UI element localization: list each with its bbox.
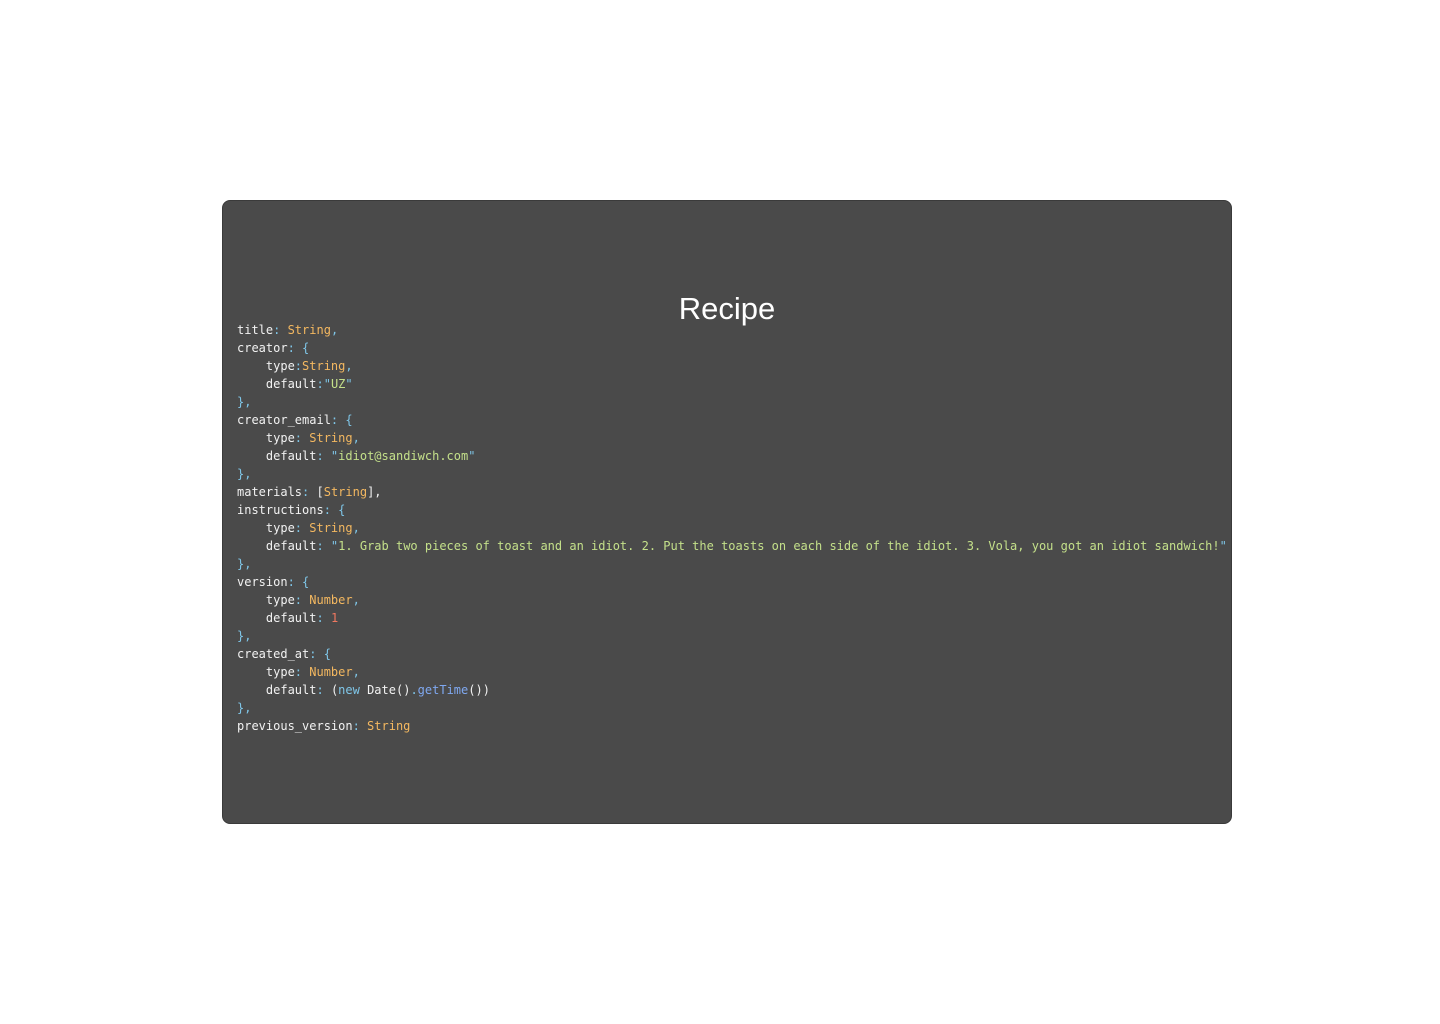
code-token-key: type xyxy=(237,665,295,679)
code-token-punc: :" xyxy=(316,377,331,391)
code-line: default:"UZ" xyxy=(237,375,1227,393)
code-token-str: idiot@sandiwch.com xyxy=(338,449,469,463)
code-token-punc: : { xyxy=(309,647,331,661)
code-token-punc: . xyxy=(410,683,418,697)
code-line: type: Number, xyxy=(237,591,1227,609)
code-line: creator: { xyxy=(237,339,1227,357)
code-token-key: created_at xyxy=(237,647,310,661)
code-token-plain: [ xyxy=(316,485,324,499)
code-token-quote: " xyxy=(1219,539,1227,553)
code-token-key: materials xyxy=(237,485,303,499)
code-token-type: String xyxy=(309,431,353,445)
code-line: created_at: { xyxy=(237,645,1227,663)
code-token-type: String xyxy=(367,719,411,733)
code-token-key: creator_email xyxy=(237,413,331,427)
code-token-fn: getTime xyxy=(417,683,469,697)
code-line: }, xyxy=(237,555,1227,573)
code-token-punc: : { xyxy=(287,341,310,355)
code-token-key: creator xyxy=(237,341,288,355)
code-line: previous_version: String xyxy=(237,717,1227,735)
code-token-punc: , xyxy=(330,323,339,337)
code-line: type: Number, xyxy=(237,663,1227,681)
code-line: }, xyxy=(237,699,1227,717)
code-token-key: type xyxy=(237,521,295,535)
code-line: type:String, xyxy=(237,357,1227,375)
code-token-type: Number xyxy=(309,665,353,679)
code-token-punc: , xyxy=(352,593,360,607)
code-token-punc: : xyxy=(352,719,368,733)
code-token-num: 1 xyxy=(330,611,339,625)
code-token-key: default xyxy=(237,377,317,391)
code-token-key: type xyxy=(237,359,295,373)
code-line: type: String, xyxy=(237,519,1227,537)
code-line: }, xyxy=(237,465,1227,483)
code-token-plain: ], xyxy=(367,485,382,499)
code-token-punc: : xyxy=(316,683,331,697)
code-token-str: UZ xyxy=(330,377,346,391)
code-token-punc: }, xyxy=(237,395,252,409)
code-token-punc: , xyxy=(345,359,353,373)
code-token-kw: new xyxy=(338,683,360,697)
code-line: }, xyxy=(237,393,1227,411)
code-token-punc: }, xyxy=(237,557,252,571)
code-line: materials: [String], xyxy=(237,483,1227,501)
code-token-key: type xyxy=(237,431,295,445)
code-token-punc: : { xyxy=(323,503,346,517)
code-line: creator_email: { xyxy=(237,411,1227,429)
code-token-punc: , xyxy=(352,521,360,535)
code-token-type: String xyxy=(287,323,331,337)
code-line: type: String, xyxy=(237,429,1227,447)
code-token-punc: }, xyxy=(237,467,252,481)
code-token-key: default xyxy=(237,449,317,463)
code-token-punc: : xyxy=(302,485,317,499)
code-token-punc: : xyxy=(294,593,310,607)
code-line: title: String, xyxy=(237,321,1227,339)
code-token-key: type xyxy=(237,593,295,607)
code-token-type: String xyxy=(302,359,346,373)
code-line: instructions: { xyxy=(237,501,1227,519)
schema-panel: Recipe title: String, creator: { type:Str… xyxy=(222,200,1232,824)
code-token-type: String xyxy=(309,521,353,535)
code-line: }, xyxy=(237,627,1227,645)
schema-code-block: title: String, creator: { type:String, de… xyxy=(237,321,1227,735)
code-token-punc: , xyxy=(352,665,360,679)
code-token-key: default xyxy=(237,539,317,553)
code-token-key: previous_version xyxy=(237,719,353,733)
code-token-key: version xyxy=(237,575,288,589)
code-token-punc: : xyxy=(316,611,331,625)
code-line: default: 1 xyxy=(237,609,1227,627)
code-token-plain: ()) xyxy=(468,683,490,697)
code-token-punc: }, xyxy=(237,701,252,715)
code-line: default: "idiot@sandiwch.com" xyxy=(237,447,1227,465)
code-line: default: (new Date().getTime()) xyxy=(237,681,1227,699)
code-token-type: Number xyxy=(309,593,353,607)
code-token-punc: }, xyxy=(237,629,252,643)
code-token-punc: : xyxy=(273,323,288,337)
code-token-punc: : { xyxy=(330,413,353,427)
code-line: default: "1. Grab two pieces of toast an… xyxy=(237,537,1227,555)
code-token-key: default xyxy=(237,683,317,697)
code-token-punc: : xyxy=(294,359,303,373)
code-token-key: title xyxy=(237,323,274,337)
code-token-quote: " xyxy=(468,449,476,463)
code-token-punc: : xyxy=(294,431,310,445)
code-token-plain: Date() xyxy=(359,683,411,697)
code-token-punc: : xyxy=(294,521,310,535)
code-line: version: { xyxy=(237,573,1227,591)
code-token-punc: : " xyxy=(316,449,339,463)
code-token-type: String xyxy=(323,485,368,499)
code-token-punc: : { xyxy=(287,575,310,589)
code-token-punc: : xyxy=(294,665,310,679)
code-token-quote: " xyxy=(345,377,353,391)
code-token-punc: : " xyxy=(316,539,339,553)
code-token-punc: , xyxy=(352,431,360,445)
code-token-key: default xyxy=(237,611,317,625)
code-token-str: 1. Grab two pieces of toast and an idiot… xyxy=(338,539,1220,553)
code-token-key: instructions xyxy=(237,503,324,517)
